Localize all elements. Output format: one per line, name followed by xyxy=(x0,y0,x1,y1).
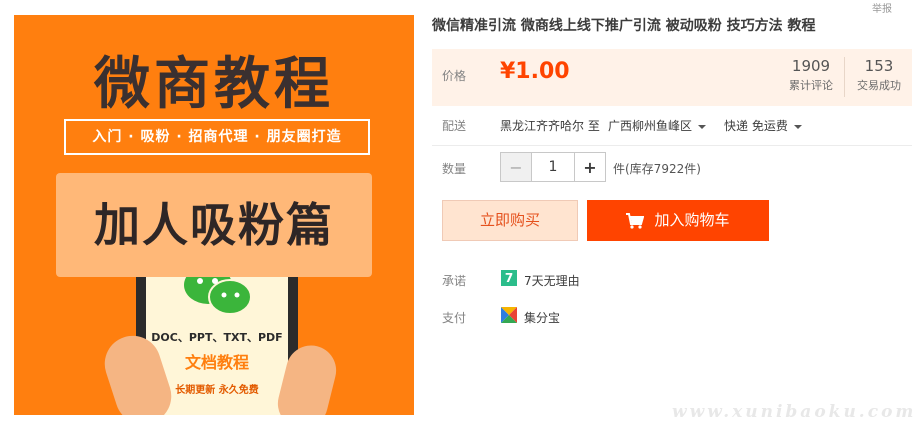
price-label: 价格 xyxy=(442,69,467,83)
quantity-label: 数量 xyxy=(442,162,467,176)
seven-day-return-icon: 7 xyxy=(501,270,517,286)
image-doc-label: 文档教程 xyxy=(184,353,249,372)
price-value: ¥1.00 xyxy=(500,59,570,84)
delivery-destination: 广西柳州鱼峰区 xyxy=(608,119,693,133)
delivery-label: 配送 xyxy=(442,119,467,133)
divider xyxy=(432,145,912,146)
report-link[interactable]: 举报 xyxy=(872,0,892,15)
product-title: 微信精准引流 微商线上线下推广引流 被动吸粉 技巧方法 教程 xyxy=(432,18,816,34)
stat-divider xyxy=(844,57,845,97)
chevron-down-icon xyxy=(793,124,802,129)
delivery-method: 快递 免运费 xyxy=(724,119,788,133)
buy-now-button[interactable]: 立即购买 xyxy=(442,200,578,241)
image-doc-types: DOC、PPT、TXT、PDF xyxy=(151,331,283,344)
review-count-label: 累计评论 xyxy=(789,79,833,92)
stock-info: 件(库存7922件) xyxy=(613,162,701,176)
image-subtitle: 入门 · 吸粉 · 招商代理 · 朋友圈打造 xyxy=(64,119,370,155)
promise-label: 承诺 xyxy=(442,274,467,288)
watermark: www.xunibaoku.com xyxy=(672,402,917,422)
jifenbao-icon xyxy=(501,307,517,323)
price-panel: 价格 ¥1.00 1909 累计评论 153 交易成功 xyxy=(432,49,912,106)
add-to-cart-button[interactable]: 加入购物车 xyxy=(587,200,769,241)
quantity-stepper: − + xyxy=(500,152,606,182)
shopping-cart-icon xyxy=(626,212,645,229)
image-title: 微商教程 xyxy=(94,52,334,117)
product-image[interactable]: 微商教程 入门 · 吸粉 · 招商代理 · 朋友圈打造 DOC、PPT、TXT、… xyxy=(14,15,414,415)
payment-text[interactable]: 集分宝 xyxy=(524,309,560,326)
quantity-input[interactable] xyxy=(532,153,574,181)
delivery-method-select[interactable]: 快递 免运费 xyxy=(724,117,802,134)
promise-text[interactable]: 7天无理由 xyxy=(524,272,580,289)
add-to-cart-label: 加入购物车 xyxy=(654,211,730,229)
quantity-increase-button[interactable]: + xyxy=(574,153,605,181)
review-count-stat[interactable]: 1909 累计评论 xyxy=(782,57,840,93)
quantity-decrease-button[interactable]: − xyxy=(501,153,532,181)
delivery-destination-select[interactable]: 广西柳州鱼峰区 xyxy=(608,117,707,134)
sales-count: 153 xyxy=(864,57,894,75)
sales-count-label: 交易成功 xyxy=(857,79,901,92)
sales-count-stat: 153 交易成功 xyxy=(850,57,908,93)
delivery-origin: 黑龙江齐齐哈尔 至 xyxy=(500,119,600,133)
payment-label: 支付 xyxy=(442,311,467,325)
review-count: 1909 xyxy=(791,57,831,75)
image-banner: 加人吸粉篇 xyxy=(56,173,372,277)
chevron-down-icon xyxy=(698,124,707,129)
